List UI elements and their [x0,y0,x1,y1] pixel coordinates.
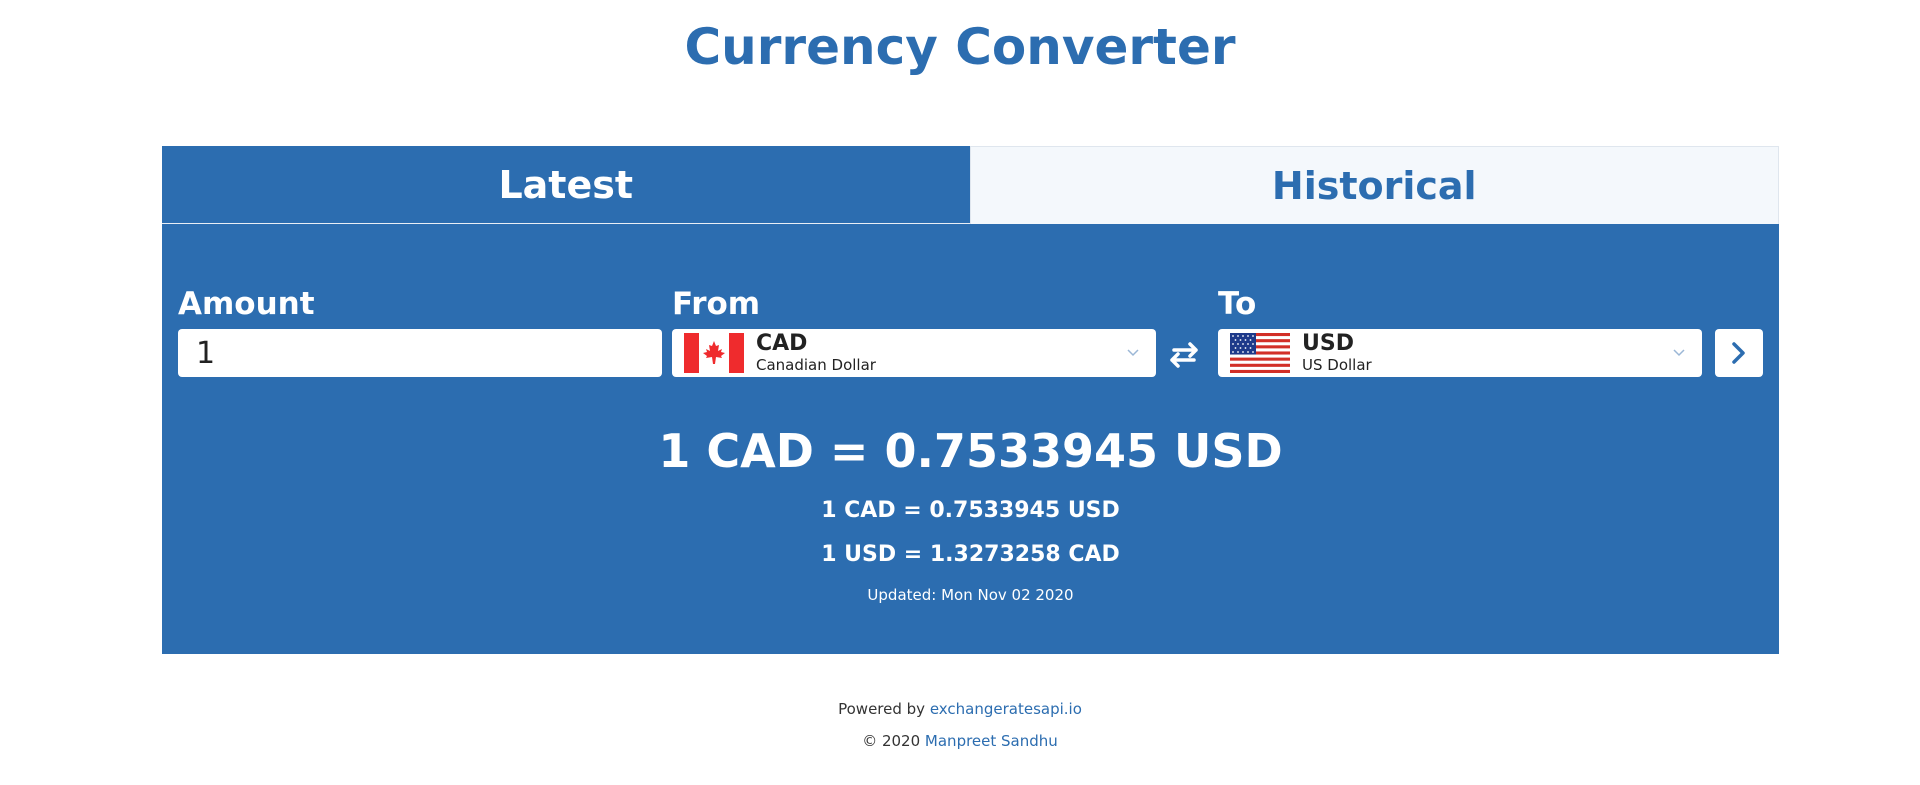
to-currency-name: US Dollar [1302,356,1372,374]
rate-from-to: 1 CAD = 0.7533945 USD [821,498,1120,523]
to-currency-select[interactable]: USD US Dollar [1218,329,1702,377]
converter-card: Latest Historical Amount From CAD Canadi… [162,146,1779,654]
copyright-text: © 2020 [862,732,925,750]
author-link[interactable]: Manpreet Sandhu [925,732,1058,750]
amount-input[interactable] [178,329,662,377]
tab-bar: Latest Historical [162,146,1779,224]
powered-by-text: Powered by [838,700,930,718]
chevron-down-icon [1127,349,1139,357]
tab-historical[interactable]: Historical [969,146,1779,224]
copyright-line: © 2020 Manpreet Sandhu [0,732,1920,750]
chevron-down-icon [1673,349,1685,357]
from-currency-code: CAD [756,331,808,356]
tab-latest[interactable]: Latest [162,146,970,224]
updated-date: Updated: Mon Nov 02 2020 [867,586,1074,604]
amount-label: Amount [178,286,315,322]
from-currency-name: Canadian Dollar [756,356,876,374]
page-title: Currency Converter [684,18,1236,76]
swap-arrows-icon [1170,342,1198,368]
chevron-right-icon [1732,342,1745,364]
powered-by-line: Powered by exchangeratesapi.io [0,700,1920,718]
us-flag-icon [1230,333,1290,373]
from-label: From [672,286,761,322]
conversion-result: 1 CAD = 0.7533945 USD [658,424,1283,478]
convert-button[interactable] [1715,329,1763,377]
api-link[interactable]: exchangeratesapi.io [930,700,1082,718]
swap-currencies-button[interactable] [1164,334,1204,374]
to-currency-code: USD [1302,331,1354,356]
to-label: To [1218,286,1257,322]
from-currency-select[interactable]: CAD Canadian Dollar [672,329,1156,377]
converter-panel: Amount From CAD Canadian Dollar To [162,224,1779,654]
rate-to-from: 1 USD = 1.3273258 CAD [821,542,1120,567]
canada-flag-icon [684,333,744,373]
